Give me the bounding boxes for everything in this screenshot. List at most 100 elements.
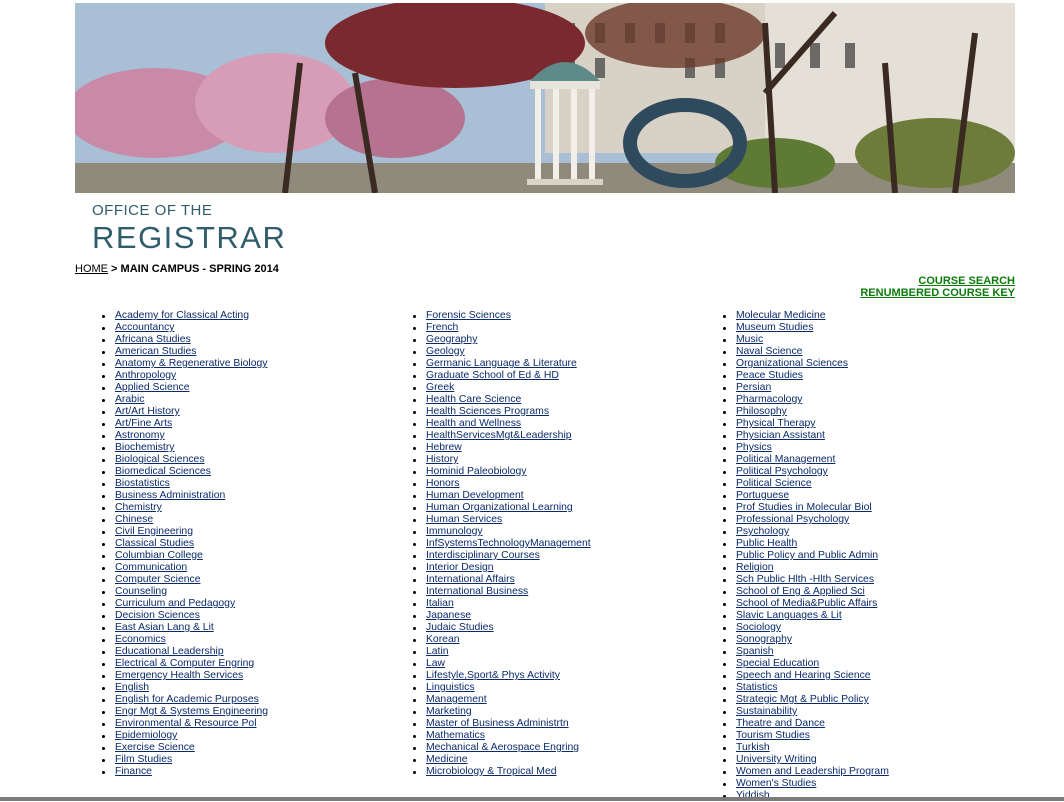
- subject-link[interactable]: Environmental & Resource Pol: [115, 718, 257, 729]
- subject-link[interactable]: Music: [736, 334, 763, 345]
- subject-link[interactable]: English: [115, 682, 149, 693]
- subject-link[interactable]: Interior Design: [426, 562, 494, 573]
- subject-link[interactable]: Peace Studies: [736, 370, 803, 381]
- subject-link[interactable]: Educational Leadership: [115, 646, 224, 657]
- subject-link[interactable]: Spanish: [736, 646, 774, 657]
- subject-link[interactable]: Prof Studies in Molecular Biol: [736, 502, 872, 513]
- subject-link[interactable]: History: [426, 454, 458, 465]
- breadcrumb-home-link[interactable]: HOME: [75, 263, 108, 275]
- subject-link[interactable]: Special Education: [736, 658, 819, 669]
- subject-link[interactable]: Germanic Language & Literature: [426, 358, 577, 369]
- subject-link[interactable]: Tourism Studies: [736, 730, 810, 741]
- subject-link[interactable]: InfSystemsTechnologyManagement: [426, 538, 591, 549]
- subject-link[interactable]: Slavic Languages & Lit: [736, 610, 842, 621]
- subject-link[interactable]: Molecular Medicine: [736, 310, 826, 321]
- subject-link[interactable]: Speech and Hearing Science: [736, 670, 871, 681]
- subject-link[interactable]: Physical Therapy: [736, 418, 816, 429]
- subject-link[interactable]: Portuguese: [736, 490, 789, 501]
- subject-link[interactable]: Physician Assistant: [736, 430, 825, 441]
- subject-link[interactable]: Applied Science: [115, 382, 190, 393]
- subject-link[interactable]: Finance: [115, 766, 152, 777]
- subject-link[interactable]: Engr Mgt & Systems Engineering: [115, 706, 268, 717]
- subject-link[interactable]: Astronomy: [115, 430, 165, 441]
- subject-link[interactable]: Biomedical Sciences: [115, 466, 211, 477]
- subject-link[interactable]: Psychology: [736, 526, 789, 537]
- subject-link[interactable]: Human Services: [426, 514, 502, 525]
- subject-link[interactable]: Sch Public Hlth -Hlth Services: [736, 574, 874, 585]
- subject-link[interactable]: Persian: [736, 382, 771, 393]
- subject-link[interactable]: Turkish: [736, 742, 770, 753]
- subject-link[interactable]: Decision Sciences: [115, 610, 200, 621]
- subject-link[interactable]: Greek: [426, 382, 454, 393]
- subject-link[interactable]: Judaic Studies: [426, 622, 494, 633]
- subject-link[interactable]: Health Sciences Programs: [426, 406, 549, 417]
- subject-link[interactable]: Counseling: [115, 586, 167, 597]
- subject-link[interactable]: School of Media&Public Affairs: [736, 598, 877, 609]
- subject-link[interactable]: Public Policy and Public Admin: [736, 550, 878, 561]
- subject-link[interactable]: Naval Science: [736, 346, 802, 357]
- subject-link[interactable]: Electrical & Computer Engring: [115, 658, 254, 669]
- subject-link[interactable]: Professional Psychology: [736, 514, 849, 525]
- subject-link[interactable]: Political Management: [736, 454, 835, 465]
- subject-link[interactable]: Emergency Health Services: [115, 670, 243, 681]
- subject-link[interactable]: Lifestyle,Sport& Phys Activity: [426, 670, 560, 681]
- subject-link[interactable]: Anthropology: [115, 370, 176, 381]
- subject-link[interactable]: Sociology: [736, 622, 781, 633]
- subject-link[interactable]: Management: [426, 694, 487, 705]
- subject-link[interactable]: Arabic: [115, 394, 144, 405]
- subject-link[interactable]: Hebrew: [426, 442, 462, 453]
- subject-link[interactable]: East Asian Lang & Lit: [115, 622, 214, 633]
- subject-link[interactable]: Interdisciplinary Courses: [426, 550, 540, 561]
- subject-link[interactable]: English for Academic Purposes: [115, 694, 259, 705]
- subject-link[interactable]: Communication: [115, 562, 187, 573]
- subject-link[interactable]: Epidemiology: [115, 730, 177, 741]
- subject-link[interactable]: Latin: [426, 646, 449, 657]
- subject-link[interactable]: Classical Studies: [115, 538, 194, 549]
- subject-link[interactable]: HealthServicesMgt&Leadership: [426, 430, 572, 441]
- subject-link[interactable]: Religion: [736, 562, 774, 573]
- subject-link[interactable]: Economics: [115, 634, 166, 645]
- subject-link[interactable]: Theatre and Dance: [736, 718, 825, 729]
- subject-link[interactable]: Women and Leadership Program: [736, 766, 889, 777]
- subject-link[interactable]: Computer Science: [115, 574, 200, 585]
- subject-link[interactable]: Health and Wellness: [426, 418, 521, 429]
- subject-link[interactable]: University Writing: [736, 754, 817, 765]
- subject-link[interactable]: Health Care Science: [426, 394, 521, 405]
- subject-link[interactable]: School of Eng & Applied Sci: [736, 586, 865, 597]
- subject-link[interactable]: Africana Studies: [115, 334, 191, 345]
- subject-link[interactable]: Chemistry: [115, 502, 162, 513]
- subject-link[interactable]: Mathematics: [426, 730, 485, 741]
- subject-link[interactable]: Hominid Paleobiology: [426, 466, 527, 477]
- subject-link[interactable]: Columbian College: [115, 550, 203, 561]
- subject-link[interactable]: Sonography: [736, 634, 792, 645]
- subject-link[interactable]: Film Studies: [115, 754, 172, 765]
- renumbered-course-key-link[interactable]: RENUMBERED COURSE KEY: [860, 287, 1015, 299]
- subject-link[interactable]: Chinese: [115, 514, 153, 525]
- subject-link[interactable]: Law: [426, 658, 445, 669]
- subject-link[interactable]: Biological Sciences: [115, 454, 205, 465]
- subject-link[interactable]: Political Psychology: [736, 466, 828, 477]
- subject-link[interactable]: Human Development: [426, 490, 524, 501]
- subject-link[interactable]: International Affairs: [426, 574, 515, 585]
- subject-link[interactable]: Biostatistics: [115, 478, 170, 489]
- subject-link[interactable]: Exercise Science: [115, 742, 195, 753]
- subject-link[interactable]: Public Health: [736, 538, 797, 549]
- subject-link[interactable]: Strategic Mgt & Public Policy: [736, 694, 869, 705]
- subject-link[interactable]: Forensic Sciences: [426, 310, 511, 321]
- subject-link[interactable]: Art/Art History: [115, 406, 180, 417]
- subject-link[interactable]: Human Organizational Learning: [426, 502, 573, 513]
- subject-link[interactable]: Immunology: [426, 526, 483, 537]
- subject-link[interactable]: Italian: [426, 598, 454, 609]
- subject-link[interactable]: Physics: [736, 442, 772, 453]
- subject-link[interactable]: Statistics: [736, 682, 778, 693]
- subject-link[interactable]: Master of Business Administrtn: [426, 718, 569, 729]
- subject-link[interactable]: Organizational Sciences: [736, 358, 848, 369]
- subject-link[interactable]: Mechanical & Aerospace Engring: [426, 742, 579, 753]
- subject-link[interactable]: Sustainability: [736, 706, 797, 717]
- subject-link[interactable]: Korean: [426, 634, 460, 645]
- subject-link[interactable]: Japanese: [426, 610, 471, 621]
- course-search-link[interactable]: COURSE SEARCH: [860, 275, 1015, 287]
- subject-link[interactable]: Accountancy: [115, 322, 175, 333]
- subject-link[interactable]: Linguistics: [426, 682, 475, 693]
- subject-link[interactable]: Pharmacology: [736, 394, 802, 405]
